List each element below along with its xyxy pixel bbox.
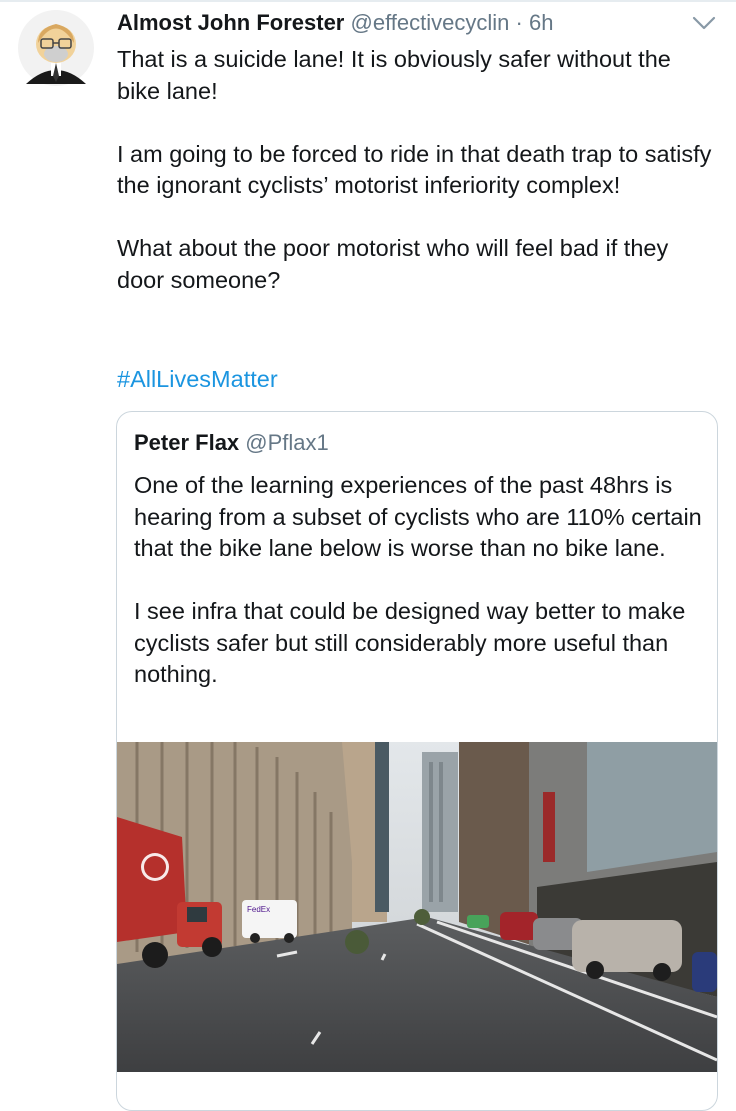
tweet-body: That is a suicide lane! It is obviously … (117, 44, 717, 328)
chevron-down-icon[interactable] (690, 10, 718, 34)
tweet-timestamp[interactable]: 6h (529, 10, 553, 35)
tweet-paragraph: I am going to be forced to ride in that … (117, 140, 712, 199)
separator-dot: · (515, 10, 523, 35)
quoted-paragraph: I see infra that could be designed way b… (134, 598, 686, 687)
quoted-author-name: Peter Flax (134, 430, 240, 455)
tweet-paragraph: What about the poor motorist who will fe… (117, 235, 669, 293)
hashtag-link[interactable]: #AllLivesMatter (117, 364, 278, 396)
quoted-tweet-header: Peter Flax @Pflax1 (134, 428, 329, 458)
author-handle[interactable]: @effectivecyclin (351, 10, 510, 35)
top-divider (0, 0, 736, 2)
quoted-tweet-card[interactable]: Peter Flax @Pflax1 One of the learning e… (116, 411, 718, 1111)
author-name[interactable]: Almost John Forester (117, 10, 344, 35)
tweet-paragraph: That is a suicide lane! It is obviously … (117, 46, 671, 104)
svg-text:FedEx: FedEx (247, 905, 270, 914)
quoted-paragraph: One of the learning experiences of the p… (134, 472, 702, 561)
tweet-header: Almost John Forester @effectivecyclin · … (117, 8, 717, 40)
city-street-photo[interactable]: FedEx (117, 742, 717, 1072)
quoted-tweet-body: One of the learning experiences of the p… (134, 470, 704, 722)
avatar[interactable] (18, 10, 94, 86)
quoted-author-handle: @Pflax1 (245, 430, 329, 455)
